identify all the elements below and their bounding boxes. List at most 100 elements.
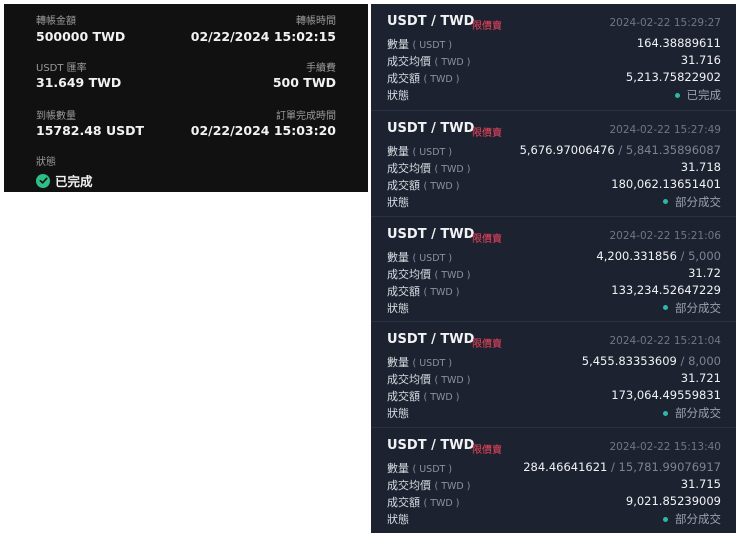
transfer-status: 已完成 (36, 171, 93, 190)
fee-value: 500 TWD (272, 75, 336, 90)
amount-label: 成交額 ( TWD ) (387, 178, 460, 192)
order-type-badge: 限價賣 (472, 445, 502, 457)
status-label: 狀態 (387, 89, 409, 102)
check-circle-icon (36, 173, 50, 188)
qty-label: 數量 ( USDT ) (387, 144, 453, 158)
qty-value: 5,455.83353609 / 8,000 (581, 354, 721, 369)
qty-total: / 5,000 (676, 248, 721, 263)
status-dot-icon (663, 516, 668, 522)
avg-price-value: 31.718 (680, 159, 721, 174)
avg-price-row: 成交均價 ( TWD ) 31.716 (387, 53, 721, 70)
status-row: 狀態 部分成交 (387, 300, 721, 317)
order-status: 已完成 (674, 87, 721, 103)
avg-price-value: 31.72 (688, 265, 721, 280)
amount-value: 180,062.13651401 (611, 176, 721, 191)
qty-row: 數量 ( USDT ) 4,200.331856 / 5,000 (387, 249, 721, 266)
transfer-time-label: 轉帳時間 (296, 16, 336, 27)
qty-total: / 8,000 (676, 354, 721, 369)
order-type-badge: 限價賣 (472, 233, 502, 245)
status-row: 狀態 已完成 (387, 87, 721, 104)
qty-value: 5,676.97006476 / 5,841.35896087 (519, 142, 721, 157)
amount-label: 成交額 ( TWD ) (387, 390, 460, 404)
status-dot-icon (674, 92, 680, 98)
order-pair: USDT / TWD (387, 438, 475, 454)
order-status: 部分成交 (663, 511, 721, 527)
amount-row: 成交額 ( TWD ) 133,234.52647229 (387, 283, 721, 300)
order-pair: USDT / TWD (387, 120, 475, 136)
amount-value: 173,064.49559831 (611, 388, 721, 403)
status-row: 狀態 部分成交 (387, 405, 721, 422)
avg-price-label: 成交均價 ( TWD ) (387, 55, 471, 68)
amount-value: 133,234.52647229 (611, 282, 721, 297)
fee-label: 手續費 (306, 63, 336, 74)
amount-row: 成交額 ( TWD ) 173,064.49559831 (387, 388, 721, 405)
order-time: 2024-02-22 15:13:40 (609, 441, 721, 454)
order-card[interactable]: USDT / TWD 限價賣 2024-02-22 15:21:06 數量 ( … (371, 215, 736, 323)
qty-label: 數量 ( USDT ) (387, 462, 453, 476)
order-pair: USDT / TWD (387, 226, 475, 242)
amount-label: 成交額 ( TWD ) (387, 72, 460, 85)
avg-price-label: 成交均價 ( TWD ) (387, 479, 471, 493)
status-label: 狀態 (387, 513, 409, 527)
avg-price-row: 成交均價 ( TWD ) 31.72 (387, 266, 721, 283)
order-pair: USDT / TWD (387, 14, 475, 29)
avg-price-label: 成交均價 ( TWD ) (387, 267, 471, 281)
amount-row: 成交額 ( TWD ) 180,062.13651401 (387, 177, 721, 194)
avg-price-row: 成交均價 ( TWD ) 31.718 (387, 160, 721, 177)
received-label: 到帳數量 (36, 111, 76, 122)
qty-total: / 5,841.35896087 (614, 142, 721, 157)
rate-value: 31.649 TWD (36, 75, 122, 90)
qty-value: 4,200.331856 / 5,000 (596, 248, 721, 263)
rate-label: USDT 匯率 (36, 63, 87, 74)
order-time: 2024-02-22 15:21:04 (609, 335, 721, 348)
qty-total: / 15,781.99076917 (607, 460, 721, 475)
received-value: 15782.48 USDT (36, 123, 145, 138)
qty-value: 164.38889611 (636, 36, 721, 50)
qty-row: 數量 ( USDT ) 5,455.83353609 / 8,000 (387, 354, 721, 371)
qty-row: 數量 ( USDT ) 5,676.97006476 / 5,841.35896… (387, 143, 721, 160)
avg-price-label: 成交均價 ( TWD ) (387, 161, 471, 175)
status-row: 狀態 部分成交 (387, 511, 721, 528)
transfer-time-value: 02/22/2024 15:02:15 (190, 29, 336, 44)
avg-price-value: 31.721 (680, 371, 721, 386)
amount-value: 5,213.75822902 (625, 70, 721, 84)
amount-label: 成交額 ( TWD ) (387, 284, 460, 298)
avg-price-row: 成交均價 ( TWD ) 31.715 (387, 477, 721, 494)
qty-label: 數量 ( USDT ) (387, 38, 453, 51)
status-dot-icon (663, 305, 668, 311)
status-label: 狀態 (387, 407, 409, 421)
avg-price-row: 成交均價 ( TWD ) 31.721 (387, 371, 721, 388)
qty-label: 數量 ( USDT ) (387, 356, 453, 370)
order-card[interactable]: USDT / TWD 限價賣 2024-02-22 15:27:49 數量 ( … (371, 109, 736, 217)
order-type-badge: 限價賣 (472, 127, 502, 139)
avg-price-value: 31.715 (680, 477, 721, 492)
order-pair: USDT / TWD (387, 332, 475, 348)
transfer-status-value: 已完成 (55, 174, 93, 189)
order-time: 2024-02-22 15:29:27 (609, 17, 721, 29)
amount-row: 成交額 ( TWD ) 5,213.75822902 (387, 70, 721, 87)
order-history-panel: USDT / TWD 限價賣 2024-02-22 15:29:27 數量 ( … (371, 4, 736, 533)
order-time: 2024-02-22 15:27:49 (609, 123, 721, 136)
order-type-badge: 限價賣 (472, 339, 502, 351)
order-status: 部分成交 (663, 405, 721, 421)
amount-label: 成交額 ( TWD ) (387, 496, 460, 510)
order-card[interactable]: USDT / TWD 限價賣 2024-02-22 15:21:04 數量 ( … (371, 321, 736, 428)
order-status: 部分成交 (663, 300, 721, 316)
qty-row: 數量 ( USDT ) 284.46641621 / 15,781.990769… (387, 460, 721, 477)
transfer-detail-panel: 轉帳金額 500000 TWD 轉帳時間 02/22/2024 15:02:15… (4, 4, 368, 192)
status-dot-icon (663, 199, 668, 205)
amount-row: 成交額 ( TWD ) 9,021.85239009 (387, 494, 721, 511)
order-card[interactable]: USDT / TWD 限價賣 2024-02-22 15:29:27 數量 ( … (371, 4, 736, 110)
qty-label: 數量 ( USDT ) (387, 250, 453, 264)
status-label: 狀態 (387, 301, 409, 315)
transfer-amount-value: 500000 TWD (36, 29, 126, 44)
avg-price-label: 成交均價 ( TWD ) (387, 373, 471, 387)
order-type-badge: 限價賣 (472, 21, 502, 32)
order-time: 2024-02-22 15:21:06 (609, 229, 721, 242)
qty-value: 284.46641621 / 15,781.99076917 (523, 460, 721, 475)
order-status: 部分成交 (663, 194, 721, 210)
transfer-amount-label: 轉帳金額 (36, 16, 76, 27)
order-card[interactable]: USDT / TWD 限價賣 2024-02-22 15:13:40 數量 ( … (371, 427, 736, 534)
status-label: 狀態 (387, 195, 409, 209)
transfer-status-label: 狀態 (36, 157, 56, 168)
